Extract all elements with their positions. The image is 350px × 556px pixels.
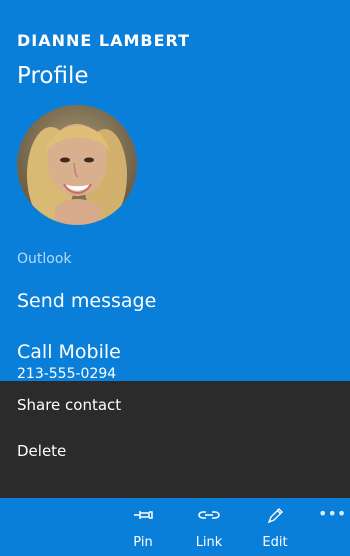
avatar[interactable] (17, 105, 137, 225)
edit-label: Edit (262, 535, 288, 550)
edit-button[interactable]: Edit (250, 506, 300, 554)
app-bar: Pin Link Edit ••• (0, 498, 350, 556)
more-icon[interactable]: ••• (318, 506, 346, 526)
link-button[interactable]: Link (184, 506, 234, 554)
page-title: Profile (17, 63, 89, 89)
pin-icon (118, 506, 168, 530)
contact-profile-screen: DIANNE LAMBERT Profile Outlook Send mess… (0, 0, 350, 556)
call-mobile-action[interactable]: Call Mobile (17, 340, 121, 364)
contact-name: DIANNE LAMBERT (17, 31, 191, 50)
share-contact-menu-item[interactable]: Share contact (17, 394, 121, 416)
pin-label: Pin (133, 535, 153, 550)
avatar-photo (17, 105, 137, 225)
source-label: Outlook (17, 251, 72, 267)
send-message-action[interactable]: Send message (17, 289, 156, 313)
pencil-icon (250, 506, 300, 530)
pin-button[interactable]: Pin (118, 506, 168, 554)
context-menu: Share contact Delete (0, 381, 350, 498)
link-icon (184, 506, 234, 530)
link-label: Link (195, 535, 223, 550)
delete-menu-item[interactable]: Delete (17, 440, 66, 462)
